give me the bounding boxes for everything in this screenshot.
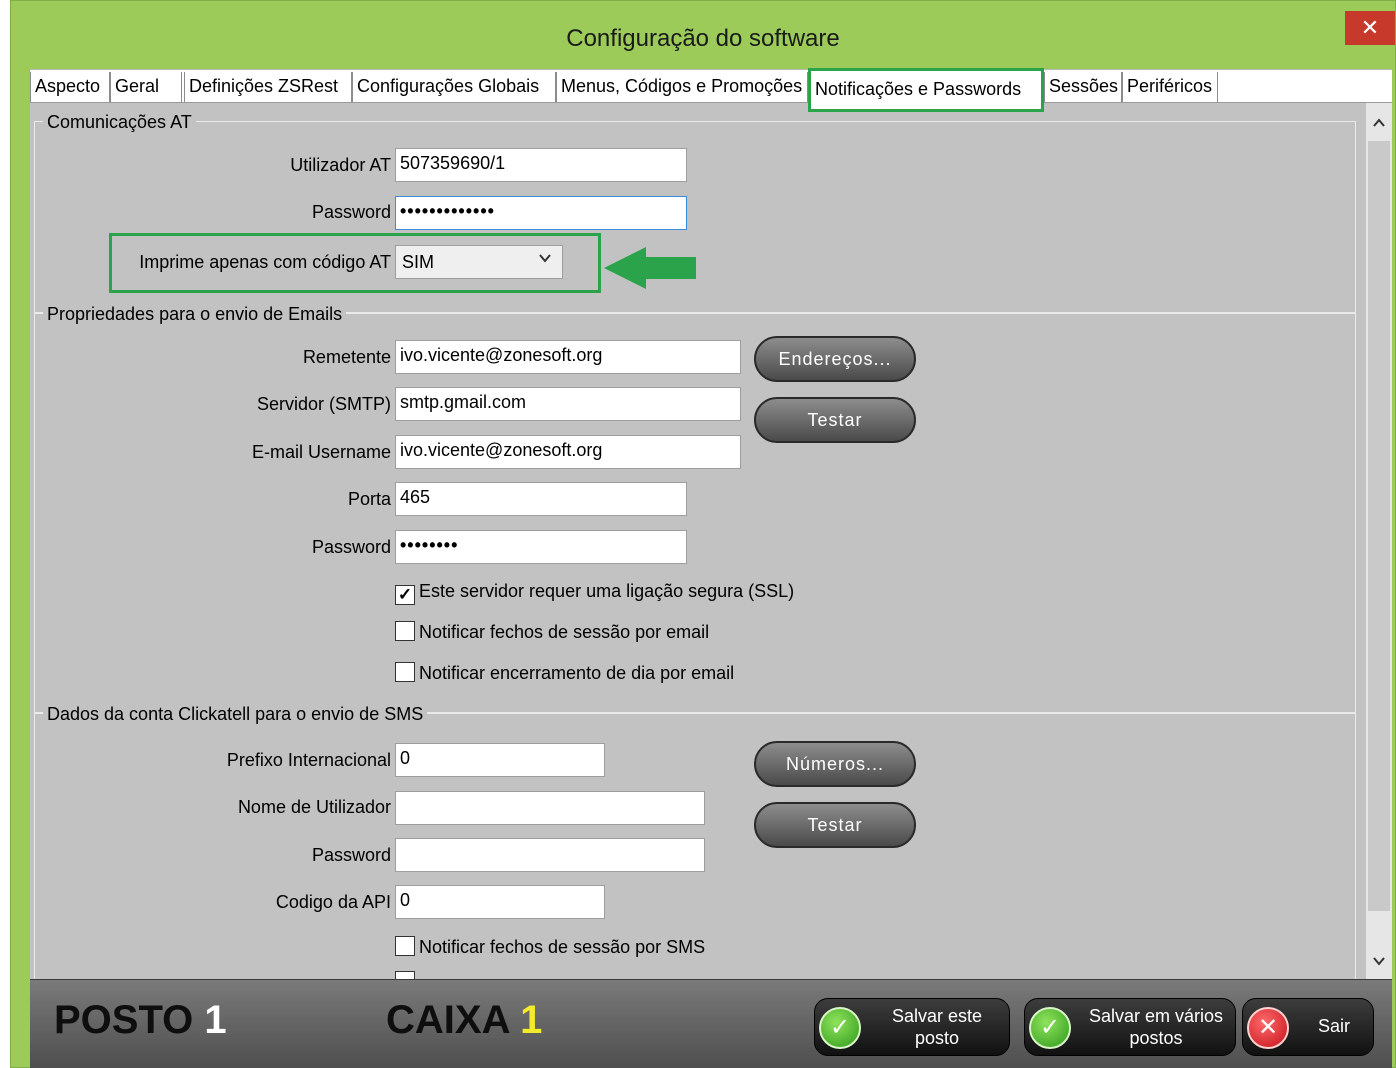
sms-username-input[interactable] bbox=[395, 791, 705, 825]
scroll-thumb[interactable] bbox=[1368, 141, 1390, 911]
exit-button[interactable]: ✕ Sair bbox=[1242, 998, 1374, 1056]
save-posto-line1: Salvar este bbox=[891, 1006, 983, 1026]
email-smtp-input[interactable]: smtp.gmail.com bbox=[395, 387, 741, 421]
sms-api-input[interactable]: 0 bbox=[395, 885, 605, 919]
notify-day-email-label: Notificar encerramento de dia por email bbox=[419, 663, 735, 683]
tab-aspecto[interactable]: Aspecto bbox=[30, 72, 110, 102]
at-print-label: Imprime apenas com código AT bbox=[139, 252, 391, 272]
chevron-down-icon bbox=[538, 251, 552, 270]
email-username-label: E-mail Username bbox=[251, 442, 391, 462]
email-password-label: Password bbox=[311, 537, 391, 557]
save-posto-button[interactable]: ✓ Salvar este posto bbox=[814, 998, 1010, 1056]
partial-checkbox-row[interactable] bbox=[395, 971, 419, 979]
check-icon: ✓ bbox=[819, 1007, 861, 1049]
window-title: Configuração do software bbox=[566, 25, 840, 52]
close-button[interactable]: ✕ bbox=[1345, 11, 1395, 45]
at-group-title: Comunicações AT bbox=[43, 112, 196, 133]
ssl-checkbox-row[interactable]: ✓ Este servidor requer uma ligação segura… bbox=[395, 581, 794, 605]
footer-bar: POSTO 1 CAIXA 1 ✓ Salvar este posto ✓ Sa… bbox=[30, 979, 1392, 1068]
email-password-input[interactable]: •••••••• bbox=[395, 530, 687, 564]
at-password-label: Password bbox=[311, 202, 391, 222]
email-sender-label: Remetente bbox=[302, 347, 391, 367]
notify-sessions-sms-label: Notificar fechos de sessão por SMS bbox=[419, 937, 706, 957]
save-many-postos-button[interactable]: ✓ Salvar em vários postos bbox=[1024, 998, 1236, 1056]
sms-password-label: Password bbox=[311, 845, 391, 865]
sms-prefix-input[interactable]: 0 bbox=[395, 743, 605, 777]
notify-day-email-checkbox[interactable] bbox=[395, 662, 415, 682]
at-password-input[interactable]: ••••••••••••• bbox=[395, 196, 687, 230]
at-user-input[interactable]: 507359690/1 bbox=[395, 148, 687, 182]
save-many-line2: postos bbox=[1129, 1028, 1183, 1048]
at-user-label: Utilizador AT bbox=[290, 155, 391, 175]
notify-sessions-email-row[interactable]: Notificar fechos de sessão por email bbox=[395, 621, 709, 643]
email-username-input[interactable]: ivo.vicente@zonesoft.org bbox=[395, 435, 741, 469]
email-port-label: Porta bbox=[347, 489, 391, 509]
sms-group-title: Dados da conta Clickatell para o envio d… bbox=[43, 704, 428, 725]
notify-sessions-sms-row[interactable]: Notificar fechos de sessão por SMS bbox=[395, 936, 705, 958]
save-posto-line2: posto bbox=[914, 1028, 960, 1048]
tab-notificacoes-passwords[interactable]: Notificações e Passwords bbox=[808, 68, 1044, 112]
caixa-indicator: CAIXA 1 bbox=[386, 998, 542, 1043]
notify-sessions-email-label: Notificar fechos de sessão por email bbox=[419, 622, 710, 642]
notify-sessions-email-checkbox[interactable] bbox=[395, 621, 415, 641]
sms-username-label: Nome de Utilizador bbox=[237, 797, 391, 817]
posto-number: 1 bbox=[204, 998, 227, 1042]
ssl-checkbox-label: Este servidor requer uma ligação segura … bbox=[419, 581, 795, 601]
posto-label: POSTO bbox=[54, 998, 194, 1042]
caixa-label: CAIXA bbox=[386, 998, 509, 1042]
tab-geral[interactable]: Geral bbox=[110, 72, 182, 102]
tab-strip: Aspecto Geral Definições ZSRest Configur… bbox=[30, 68, 1392, 112]
partial-checkbox[interactable] bbox=[395, 971, 415, 979]
exit-label: Sair bbox=[1317, 1016, 1350, 1036]
tab-definicoes-zsrest[interactable]: Definições ZSRest bbox=[184, 72, 352, 102]
sms-api-label: Codigo da API bbox=[275, 892, 391, 912]
email-smtp-label: Servidor (SMTP) bbox=[256, 394, 391, 414]
title-bar: Configuração do software ✕ bbox=[11, 1, 1395, 67]
check-icon: ✓ bbox=[1029, 1007, 1071, 1049]
scroll-up-icon[interactable] bbox=[1366, 111, 1392, 141]
email-port-input[interactable]: 465 bbox=[395, 482, 687, 516]
arrow-left-icon bbox=[604, 247, 696, 294]
caixa-number: 1 bbox=[520, 998, 543, 1042]
sms-test-button[interactable]: Testar bbox=[754, 802, 916, 848]
at-print-select[interactable]: SIM bbox=[395, 245, 563, 279]
email-test-button[interactable]: Testar bbox=[754, 397, 916, 443]
config-window: Configuração do software ✕ Aspecto Geral… bbox=[10, 0, 1396, 1068]
email-sender-input[interactable]: ivo.vicente@zonesoft.org bbox=[395, 340, 741, 374]
ssl-checkbox[interactable]: ✓ bbox=[395, 585, 415, 605]
tab-configuracoes-globais[interactable]: Configurações Globais bbox=[352, 72, 556, 102]
tab-perifericos[interactable]: Periféricos bbox=[1122, 72, 1218, 102]
close-icon: ✕ bbox=[1247, 1007, 1289, 1049]
sms-prefix-label: Prefixo Internacional bbox=[226, 750, 391, 770]
notify-sessions-sms-checkbox[interactable] bbox=[395, 936, 415, 956]
tab-sessoes[interactable]: Sessões bbox=[1044, 72, 1122, 102]
at-print-select-value: SIM bbox=[402, 252, 435, 272]
save-many-line1: Salvar em vários bbox=[1088, 1006, 1224, 1026]
scroll-down-icon[interactable] bbox=[1366, 949, 1392, 979]
addresses-button[interactable]: Endereços... bbox=[754, 336, 916, 382]
posto-indicator: POSTO 1 bbox=[54, 998, 227, 1043]
email-group-title: Propriedades para o envio de Emails bbox=[43, 304, 347, 325]
numbers-button[interactable]: Números... bbox=[754, 741, 916, 787]
notify-day-email-row[interactable]: Notificar encerramento de dia por email bbox=[395, 662, 734, 684]
vertical-scrollbar[interactable] bbox=[1366, 103, 1392, 979]
tab-menus-codigos-promocoes[interactable]: Menus, Códigos e Promoções bbox=[556, 72, 808, 102]
sms-password-input[interactable] bbox=[395, 838, 705, 872]
tab-content: Comunicações AT Utilizador AT 507359690/… bbox=[30, 103, 1392, 979]
